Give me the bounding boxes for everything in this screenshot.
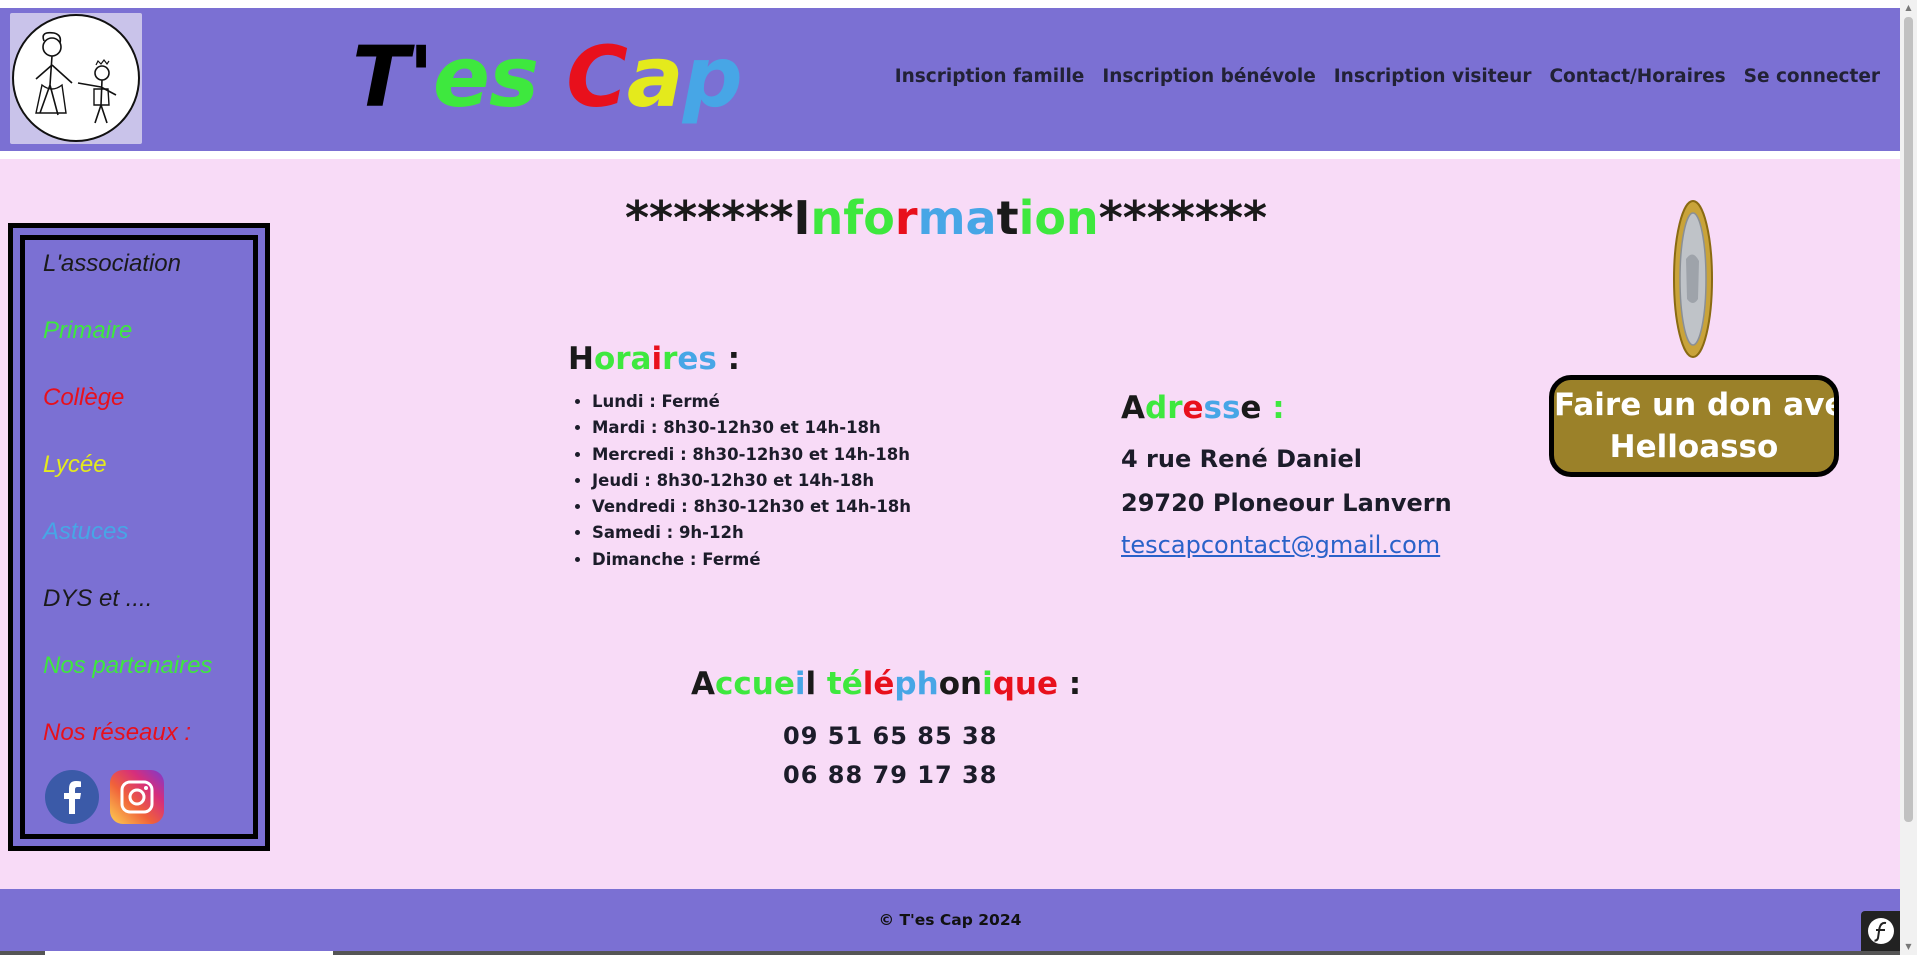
page-title-segment: r (894, 191, 918, 245)
nav-se-connecter[interactable]: Se connecter (1744, 66, 1880, 87)
horizontal-scrollbar-thumb[interactable] (45, 951, 333, 955)
phone-number-1: 09 51 65 85 38 (783, 722, 998, 750)
page-title-segment: ******* (1098, 191, 1268, 245)
sidebar-item-association[interactable]: L'association (43, 250, 181, 278)
scroll-up-icon[interactable]: ▲ (1904, 3, 1913, 12)
site-footer: © T'es Cap 2024 (0, 889, 1900, 955)
page-title-segment: t (996, 191, 1019, 245)
nav-inscription-famille[interactable]: Inscription famille (895, 66, 1085, 87)
instagram-icon[interactable] (110, 770, 164, 824)
accueil-heading-segment: l (805, 666, 827, 702)
sidebar: L'association Primaire Collège Lycée Ast… (8, 223, 270, 851)
vertical-scrollbar-thumb[interactable] (1904, 17, 1913, 822)
accueil-heading-segment: ccue (715, 666, 795, 702)
accueil-heading-segment: ph (894, 666, 939, 702)
accueil-heading-segment: on (938, 666, 983, 702)
adresse-heading: Adresse : (1121, 390, 1285, 426)
sidebar-item-primaire[interactable]: Primaire (43, 317, 132, 345)
horaires-heading-segment: : (716, 341, 741, 377)
brand-title-segment: a (626, 28, 684, 126)
horaires-heading-segment: es (677, 341, 717, 377)
horaires-list: Lundi : Fermé Mardi : 8h30-12h30 et 14h-… (592, 389, 911, 573)
list-item: Jeudi : 8h30-12h30 et 14h-18h (592, 468, 911, 494)
list-item: Dimanche : Fermé (592, 547, 911, 573)
scroll-down-icon[interactable]: ▼ (1904, 942, 1913, 951)
accueil-heading-segment: i (794, 666, 806, 702)
brand-title-segment: C (566, 28, 628, 126)
site-header: T'es Cap Inscription famille Inscription… (0, 8, 1900, 151)
list-item: Samedi : 9h-12h (592, 520, 911, 546)
adresse-heading-segment: : (1261, 390, 1285, 426)
nav-inscription-visiteur[interactable]: Inscription visiteur (1334, 66, 1532, 87)
accueil-heading-segment: té (826, 666, 863, 702)
adresse-heading-segment: dr (1145, 390, 1183, 426)
adresse-heading-segment: e (1182, 390, 1204, 426)
list-item: Mardi : 8h30-12h30 et 14h-18h (592, 415, 911, 441)
horaires-heading-segment: ora (593, 341, 652, 377)
main-nav: Inscription famille Inscription bénévole… (895, 66, 1880, 87)
brand-title-segment: es (433, 28, 567, 126)
brand-title-segment: T' (352, 28, 434, 126)
top-strip (0, 0, 1917, 8)
symfony-toolbar-toggle[interactable] (1861, 911, 1901, 951)
phone-number-2: 06 88 79 17 38 (783, 761, 998, 789)
address-street: 4 rue René Daniel (1121, 445, 1363, 473)
address-city: 29720 Ploneour Lanvern (1121, 489, 1452, 517)
sidebar-item-college[interactable]: Collège (43, 384, 124, 412)
main-content: L'association Primaire Collège Lycée Ast… (0, 159, 1900, 889)
coin-icon (1672, 199, 1714, 359)
email-link[interactable]: tescapcontact@gmail.com (1121, 531, 1440, 559)
accueil-heading-segment: lé (862, 666, 895, 702)
list-item: Mercredi : 8h30-12h30 et 14h-18h (592, 442, 911, 468)
facebook-icon[interactable] (45, 770, 99, 824)
page-title: *******Information******* (625, 195, 1267, 241)
horaires-heading-segment: H (568, 341, 594, 377)
brand-title[interactable]: T'es Cap (352, 35, 743, 119)
sidebar-inner-frame: L'association Primaire Collège Lycée Ast… (20, 235, 258, 839)
page-title-segment: ma (917, 191, 997, 245)
accueil-heading-segment: A (691, 666, 715, 702)
header-separator (0, 151, 1900, 159)
accueil-telephonique-heading: Accueil téléphonique : (691, 666, 1081, 702)
adresse-heading-segment: e (1240, 390, 1262, 426)
accueil-heading-segment: : (1058, 666, 1082, 702)
horaires-heading-segment: r (662, 341, 678, 377)
nav-contact-horaires[interactable]: Contact/Horaires (1549, 66, 1725, 87)
donate-button-line1: Faire un don avec (1554, 387, 1839, 423)
accueil-heading-segment: i (982, 666, 993, 702)
donate-button-line2: Helloasso (1609, 429, 1779, 465)
list-item: Vendredi : 8h30-12h30 et 14h-18h (592, 494, 911, 520)
list-item: Lundi : Fermé (592, 389, 911, 415)
horaires-heading-segment: i (651, 341, 663, 377)
footer-copyright: © T'es Cap 2024 (878, 911, 1022, 929)
brand-title-segment: p (682, 28, 743, 126)
sidebar-item-dys[interactable]: DYS et .... (43, 585, 152, 613)
accueil-heading-segment: que (992, 666, 1058, 702)
sidebar-item-partenaires[interactable]: Nos partenaires (43, 652, 212, 680)
adresse-heading-segment: ss (1203, 390, 1241, 426)
sidebar-item-astuces[interactable]: Astuces (43, 518, 128, 546)
page-title-segment: *******I (625, 191, 811, 245)
sidebar-item-lycee[interactable]: Lycée (43, 451, 107, 479)
symfony-icon (1868, 918, 1894, 944)
page-title-segment: ion (1018, 191, 1099, 245)
horaires-heading: Horaires : (568, 341, 740, 377)
donate-helloasso-button[interactable]: Faire un don avec Helloasso (1549, 375, 1839, 477)
site-logo[interactable] (10, 13, 142, 144)
adresse-heading-segment: A (1121, 390, 1145, 426)
sidebar-item-reseaux: Nos réseaux : (43, 719, 192, 746)
page-title-segment: nfo (810, 191, 895, 245)
logo-drawing-icon (12, 14, 140, 142)
nav-inscription-benevole[interactable]: Inscription bénévole (1102, 66, 1315, 87)
